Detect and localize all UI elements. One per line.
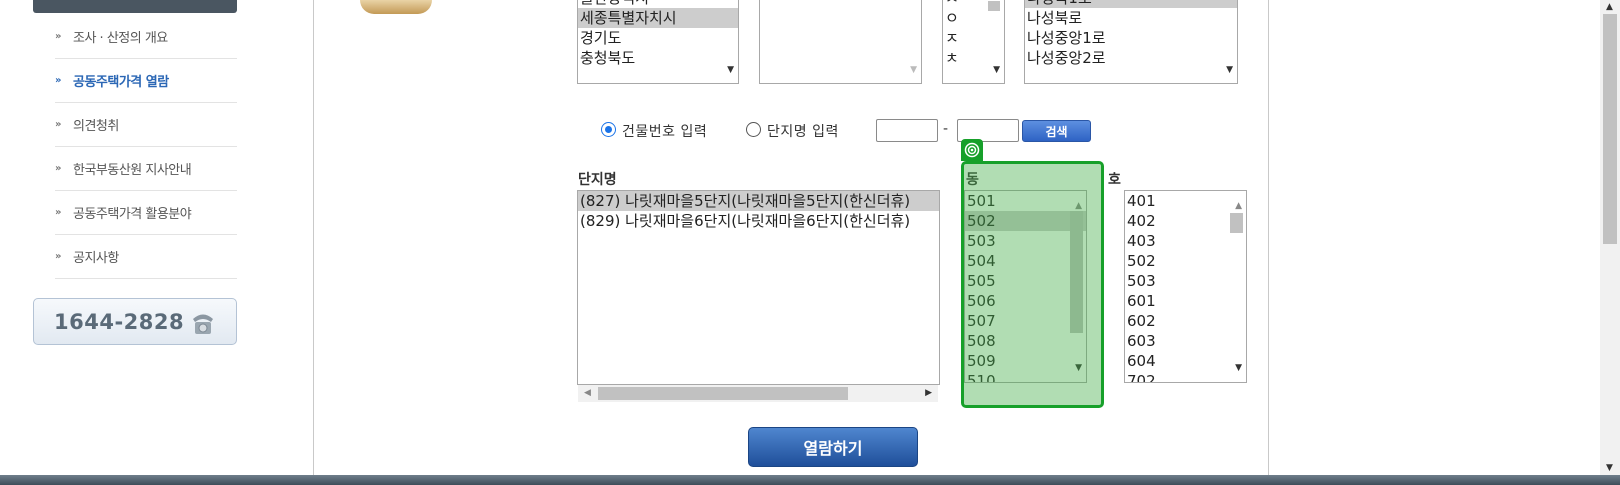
- ho-listbox[interactable]: 401 402 403 502 503 601 602 603 604 702 …: [1124, 190, 1247, 383]
- list-item[interactable]: 나성북로: [1025, 8, 1237, 28]
- sidebar-item-usage[interactable]: » 공동주택가격 활용분야: [55, 191, 237, 235]
- list-item[interactable]: 울산광역시: [578, 0, 738, 8]
- scroll-down-arrow-icon[interactable]: ▼: [910, 60, 917, 80]
- scrollbar-thumb[interactable]: [598, 387, 848, 400]
- list-item[interactable]: 충청북도: [578, 48, 738, 68]
- page-vertical-scrollbar[interactable]: ▲ ▼: [1600, 0, 1620, 475]
- list-item[interactable]: 나성중앙1로: [1025, 28, 1237, 48]
- scrollbar-thumb[interactable]: [1230, 213, 1243, 233]
- content-right-border: [1268, 0, 1269, 475]
- complex-name-listbox[interactable]: (827) 나릿재마을5단지(나릿재마을5단지(한신더휴) (829) 나릿재마…: [577, 190, 940, 385]
- list-item[interactable]: 403: [1125, 231, 1246, 251]
- list-item[interactable]: 401: [1125, 191, 1246, 211]
- sidebar-item-opinion[interactable]: » 의견청취: [55, 103, 237, 147]
- scroll-up-arrow-icon[interactable]: ▲: [1606, 2, 1613, 12]
- scroll-down-arrow-icon[interactable]: ▼: [1235, 358, 1242, 378]
- sidebar-item-label: 공동주택가격 활용분야: [73, 207, 192, 222]
- radio-building-number-label[interactable]: 건물번호 입력: [622, 121, 707, 141]
- phone-contact-box: 1644-2828: [33, 298, 237, 345]
- list-item[interactable]: 604: [1125, 351, 1246, 371]
- list-item[interactable]: 402: [1125, 211, 1246, 231]
- sidebar-item-label: 공지사항: [73, 251, 119, 266]
- list-item[interactable]: (829) 나릿재마을6단지(나릿재마을6단지(한신더휴): [578, 211, 939, 231]
- bullet-arrow-icon: »: [55, 163, 61, 174]
- sido-listbox[interactable]: 울산광역시 세종특별자치시 경기도 충청북도 ▼: [577, 0, 739, 84]
- sidebar-item-label: 조사 · 산정의 개요: [73, 31, 168, 46]
- target-icon: [961, 139, 983, 161]
- sidebar-item-survey-overview[interactable]: » 조사 · 산정의 개요: [55, 15, 237, 59]
- complex-list-header: 단지명: [578, 172, 617, 188]
- decorative-coin-image: [360, 0, 432, 14]
- list-item-selected[interactable]: (827) 나릿재마을5단지(나릿재마을5단지(한신더휴): [578, 191, 939, 211]
- ho-list-header: 호: [1108, 172, 1121, 188]
- highlight-overlay: [961, 161, 1104, 408]
- list-item[interactable]: ㅇ: [943, 8, 1004, 28]
- list-item[interactable]: 601: [1125, 291, 1246, 311]
- road-name-listbox[interactable]: 나성북1로 나성북로 나성중앙1로 나성중앙2로 ▼: [1024, 0, 1238, 84]
- search-button[interactable]: 검색: [1022, 120, 1091, 142]
- list-item[interactable]: 경기도: [578, 28, 738, 48]
- list-item[interactable]: 나성중앙2로: [1025, 48, 1237, 68]
- sigungu-listbox[interactable]: ▼: [759, 0, 922, 84]
- scrollbar-thumb[interactable]: [988, 1, 1000, 11]
- taskbar: [0, 475, 1620, 485]
- telephone-icon: [193, 314, 213, 334]
- list-item[interactable]: 602: [1125, 311, 1246, 331]
- scroll-down-arrow-icon[interactable]: ▼: [1606, 463, 1613, 473]
- number-separator: -: [943, 121, 949, 137]
- complex-horizontal-scrollbar[interactable]: ◀ ▶: [578, 385, 938, 402]
- bullet-arrow-icon: »: [55, 75, 61, 86]
- radio-building-number[interactable]: [601, 122, 616, 137]
- bullet-arrow-icon: »: [55, 251, 61, 262]
- radio-complex-name-label[interactable]: 단지명 입력: [767, 121, 839, 141]
- list-item-selected[interactable]: 나성북1로: [1025, 0, 1237, 8]
- phone-number: 1644-2828: [54, 309, 185, 334]
- scrollbar-thumb[interactable]: [1603, 14, 1617, 244]
- scroll-right-arrow-icon[interactable]: ▶: [925, 388, 932, 398]
- list-item[interactable]: 702: [1125, 371, 1246, 382]
- bullet-arrow-icon: »: [55, 207, 61, 218]
- bullet-arrow-icon: »: [55, 31, 61, 42]
- bullet-arrow-icon: »: [55, 119, 61, 130]
- sidebar-header-bar: [33, 0, 237, 13]
- scroll-left-arrow-icon[interactable]: ◀: [584, 388, 591, 398]
- scroll-down-arrow-icon[interactable]: ▼: [1226, 60, 1233, 80]
- sidebar-item-label: 의견청취: [73, 119, 119, 134]
- list-item[interactable]: 503: [1125, 271, 1246, 291]
- scroll-down-arrow-icon[interactable]: ▼: [727, 60, 734, 80]
- scroll-down-arrow-icon[interactable]: ▼: [993, 60, 1000, 80]
- initial-consonant-listbox[interactable]: ㅅ ㅇ ㅈ ㅊ ▼: [942, 0, 1005, 84]
- list-item-selected[interactable]: 세종특별자치시: [578, 8, 738, 28]
- list-item[interactable]: 502: [1125, 251, 1246, 271]
- sidebar-item-branch-guide[interactable]: » 한국부동산원 지사안내: [55, 147, 237, 191]
- radio-complex-name[interactable]: [746, 122, 761, 137]
- sidebar-item-price-view[interactable]: » 공동주택가격 열람: [55, 59, 237, 103]
- sidebar-item-label: 한국부동산원 지사안내: [73, 163, 192, 178]
- view-button[interactable]: 열람하기: [748, 427, 918, 467]
- main-number-input[interactable]: [876, 119, 938, 142]
- list-item[interactable]: 603: [1125, 331, 1246, 351]
- content-left-border: [313, 0, 314, 475]
- sidebar-item-notice[interactable]: » 공지사항: [55, 235, 237, 279]
- sidebar-item-label: 공동주택가격 열람: [73, 75, 169, 90]
- list-item[interactable]: ㅈ: [943, 28, 1004, 48]
